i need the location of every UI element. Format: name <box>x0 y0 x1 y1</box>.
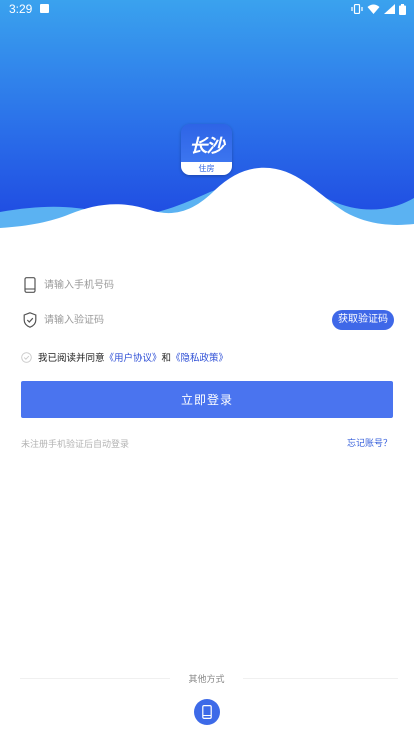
shield-icon <box>22 311 38 329</box>
vibrate-icon <box>351 4 363 14</box>
notification-icon <box>40 4 49 13</box>
logo-title: 长沙 <box>189 136 225 157</box>
code-row: 获取验证码 <box>20 308 394 332</box>
auto-login-hint: 未注册手机验证后自动登录 <box>21 440 130 450</box>
privacy-policy-link[interactable]: 《隐私政策》 <box>171 350 228 364</box>
signal-icon <box>384 4 395 14</box>
hero-header: 3:29 长沙 住房 <box>0 0 414 240</box>
phone-login-button[interactable] <box>194 699 220 725</box>
code-input[interactable] <box>44 310 304 330</box>
battery-icon <box>399 3 406 15</box>
hero-wave-background <box>0 0 414 240</box>
user-agreement-link[interactable]: 《用户协议》 <box>105 350 162 364</box>
check-icon <box>21 351 32 363</box>
agreement-prefix: 我已阅读并同意 <box>38 353 105 364</box>
agreement-checkbox[interactable] <box>21 351 32 363</box>
status-icons <box>351 3 406 15</box>
status-bar: 3:29 <box>0 0 414 18</box>
agreement-row: 我已阅读并同意 《用户协议》 和 《隐私政策》 <box>21 350 228 364</box>
divider-left <box>20 678 170 679</box>
other-methods-label: 其他方式 <box>188 675 225 685</box>
mobile-login-icon <box>202 705 212 719</box>
logo-subtitle: 住房 <box>181 162 232 175</box>
agreement-and: 和 <box>161 353 172 364</box>
app-logo: 长沙 住房 <box>181 124 232 175</box>
login-button[interactable]: 立即登录 <box>21 381 393 418</box>
phone-row <box>20 273 394 297</box>
divider-right <box>243 678 398 679</box>
get-code-button[interactable]: 获取验证码 <box>332 310 394 330</box>
phone-input[interactable] <box>44 275 304 295</box>
phone-icon <box>22 276 38 294</box>
forgot-account-link[interactable]: 忘记账号？ <box>347 436 392 449</box>
wifi-icon <box>367 4 380 14</box>
status-time: 3:29 <box>9 2 33 16</box>
